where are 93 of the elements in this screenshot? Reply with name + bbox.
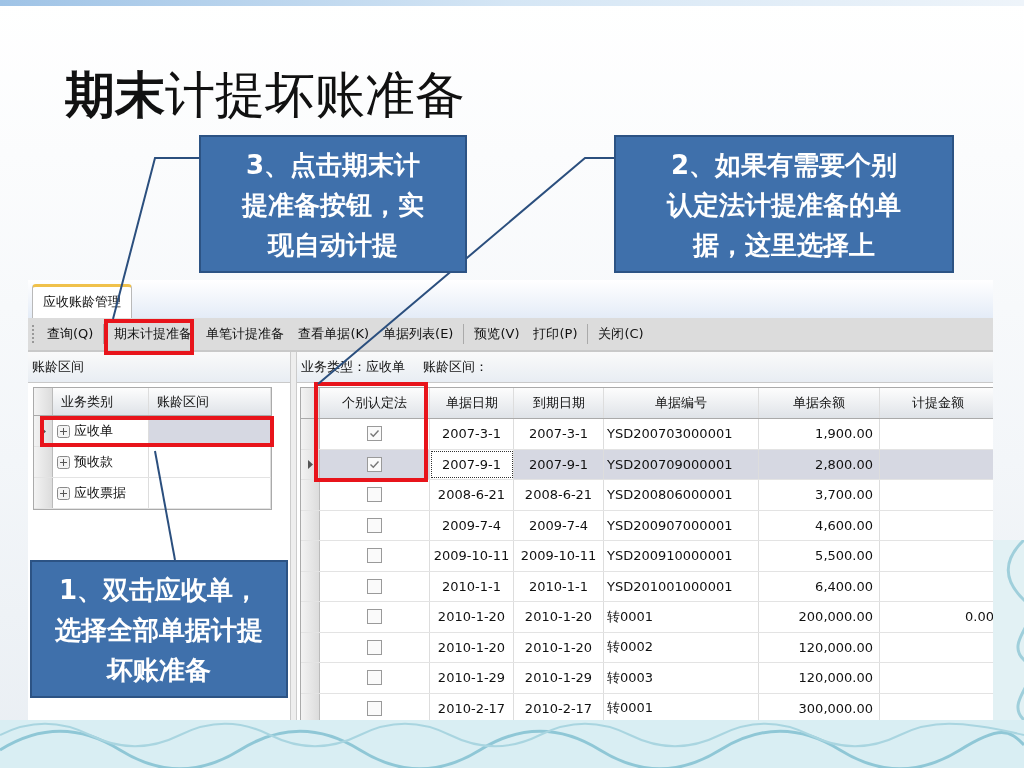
table-cell: YSD201001000001	[604, 571, 759, 601]
row-header	[34, 388, 53, 415]
table-cell: 转0002	[604, 632, 759, 662]
table-cell: 2009-10-11	[514, 541, 604, 571]
tree-row[interactable]: 应收票据	[34, 478, 271, 509]
row-header	[301, 663, 320, 693]
table-cell: 5,500.00	[759, 541, 880, 571]
table-cell: YSD200806000001	[604, 480, 759, 510]
checkbox[interactable]	[367, 426, 382, 442]
table-cell: 2010-1-20	[514, 632, 604, 662]
table-cell: YSD200703000001	[604, 419, 759, 449]
table-cell: 2008-6-21	[514, 480, 604, 510]
table-cell: 2010-1-20	[430, 632, 514, 662]
column-header[interactable]: 账龄区间	[149, 388, 271, 415]
expand-icon[interactable]	[57, 455, 70, 469]
aging-range-label: 账龄区间：	[423, 359, 488, 374]
table-cell: 2010-1-29	[514, 663, 604, 693]
checkbox[interactable]	[367, 517, 382, 533]
toolbar-button[interactable]: 打印(P)	[526, 325, 585, 343]
row-header	[301, 480, 320, 510]
row-header	[301, 541, 320, 571]
table-cell: 2,800.00	[759, 449, 880, 479]
table-cell: 2010-1-20	[430, 602, 514, 632]
row-header	[34, 478, 53, 508]
table-row[interactable]: 2009-7-4 2009-7-4 YSD200907000001 4,600.00	[301, 510, 993, 541]
column-header[interactable]: 个别认定法	[320, 388, 430, 418]
table-row[interactable]: 2007-3-1 2007-3-1 YSD200703000001 1,900.00	[301, 419, 993, 450]
checkbox[interactable]	[367, 700, 382, 716]
table-cell: 2007-9-1	[430, 449, 514, 479]
panel-title: 账龄区间	[32, 359, 84, 374]
table-cell: 2007-3-1	[430, 419, 514, 449]
row-header	[301, 602, 320, 632]
column-header[interactable]: 计提金额	[880, 388, 993, 418]
callout-box: 3、点击期末计提准备按钮，实现自动计提	[199, 135, 467, 273]
column-header[interactable]: 到期日期	[514, 388, 604, 418]
checkbox[interactable]	[367, 548, 382, 564]
table-cell: 2010-1-29	[430, 663, 514, 693]
table-cell: 3,700.00	[759, 480, 880, 510]
table-cell: 1,900.00	[759, 419, 880, 449]
category-label: 应收单	[74, 422, 113, 440]
column-header[interactable]: 业务类别	[53, 388, 149, 415]
checkbox[interactable]	[367, 609, 382, 625]
checkbox[interactable]	[367, 487, 382, 503]
table-row[interactable]: 2007-9-1 2007-9-1 YSD200709000001 2,800.00	[301, 449, 993, 480]
table-cell: YSD200709000001	[604, 449, 759, 479]
table-cell: 2008-6-21	[430, 480, 514, 510]
business-type-label: 业务类型：应收单	[301, 359, 405, 374]
row-header	[301, 510, 320, 540]
row-header	[301, 693, 320, 720]
toolbar-button[interactable]: 单笔计提准备	[199, 325, 292, 343]
checkbox[interactable]	[367, 456, 382, 472]
checkbox[interactable]	[367, 639, 382, 655]
expand-icon[interactable]	[57, 424, 70, 438]
table-cell: 2007-3-1	[514, 419, 604, 449]
table-cell: 2009-10-11	[430, 541, 514, 571]
table-cell: 转0003	[604, 663, 759, 693]
category-label: 预收款	[74, 453, 113, 471]
toolbar-button[interactable]: 关闭(C)	[591, 325, 651, 343]
slide-title: 期末计提坏账准备	[65, 65, 466, 126]
tree-row[interactable]: 预收款	[34, 447, 271, 478]
table-cell: 4,600.00	[759, 510, 880, 540]
column-header[interactable]: 单据编号	[604, 388, 759, 418]
table-cell: 2007-9-1	[514, 449, 604, 479]
toolbar-button[interactable]: 查看单据(K)	[291, 325, 377, 343]
row-header	[301, 571, 320, 601]
table-cell: 120,000.00	[759, 632, 880, 662]
expand-icon[interactable]	[57, 486, 70, 500]
toolbar-button[interactable]: 单据列表(E)	[376, 325, 461, 343]
column-header[interactable]: 单据余额	[759, 388, 880, 418]
table-cell: 2009-7-4	[430, 510, 514, 540]
table-cell: 2009-7-4	[514, 510, 604, 540]
table-row[interactable]: 2008-6-21 2008-6-21 YSD200806000001 3,700.00	[301, 480, 993, 511]
table-cell: 2010-1-1	[430, 571, 514, 601]
table-cell: YSD200907000001	[604, 510, 759, 540]
callout-box: 1、双击应收单，选择全部单据计提坏账准备	[30, 560, 288, 698]
table-cell: 转0001	[604, 602, 759, 632]
callout-box: 2、如果有需要个别认定法计提准备的单据，这里选择上	[614, 135, 954, 273]
row-header	[301, 632, 320, 662]
toolbar-button[interactable]: 期末计提准备	[107, 325, 200, 343]
table-cell: 200,000.00	[759, 602, 880, 632]
column-header[interactable]: 单据日期	[430, 388, 514, 418]
table-cell: 120,000.00	[759, 663, 880, 693]
toolbar-button[interactable]: 查询(Q)	[40, 325, 101, 343]
toolbar-button[interactable]: 预览(V)	[467, 325, 527, 343]
table-cell: 2010-1-1	[514, 571, 604, 601]
table-cell: YSD200910000001	[604, 541, 759, 571]
category-label: 应收票据	[74, 484, 126, 502]
row-header	[34, 447, 53, 477]
table-cell: 6,400.00	[759, 571, 880, 601]
checkbox[interactable]	[367, 578, 382, 594]
table-cell: 2010-1-20	[514, 602, 604, 632]
checkbox[interactable]	[367, 670, 382, 686]
row-pointer-icon	[307, 459, 313, 469]
